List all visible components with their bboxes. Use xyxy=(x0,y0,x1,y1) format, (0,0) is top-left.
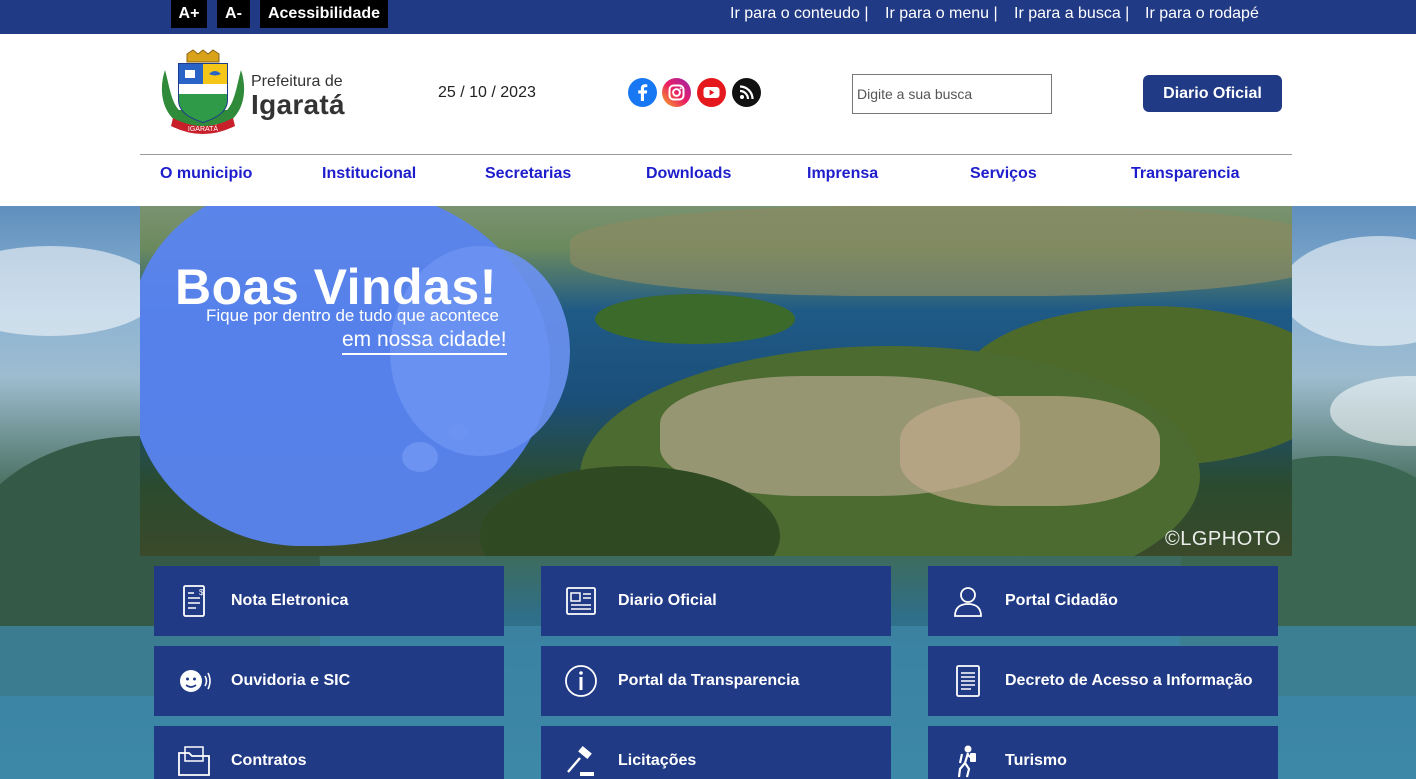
current-date: 25 / 10 / 2023 xyxy=(438,84,536,101)
hero-subtitle-emphasis: em nossa cidade! xyxy=(342,328,507,355)
youtube-icon[interactable] xyxy=(697,78,726,107)
folder-icon xyxy=(178,746,210,776)
site-header: IGARATÁ Prefeitura de Igaratá 25 / 10 / … xyxy=(0,34,1416,206)
instagram-icon[interactable] xyxy=(662,78,691,107)
tile-nota-eletronica[interactable]: $ Nota Eletronica xyxy=(154,566,504,636)
nav-divider xyxy=(140,154,1292,155)
tile-label: Turismo xyxy=(1005,752,1067,769)
nav-item-institucional[interactable]: Institucional xyxy=(322,165,416,183)
hero-subtitle: Fique por dentro de tudo que acontece xyxy=(206,306,499,325)
tile-label: Portal Cidadão xyxy=(1005,592,1118,609)
accessibility-button[interactable]: Acessibilidade xyxy=(260,0,388,28)
hero-banner[interactable]: Boas Vindas! Fique por dentro de tudo qu… xyxy=(140,206,1292,556)
skip-to-search-link[interactable]: Ir para a busca | xyxy=(1014,0,1129,28)
document-icon xyxy=(956,665,980,697)
skip-to-footer-link[interactable]: Ir para o rodapé xyxy=(1145,0,1259,28)
svg-text:IGARATÁ: IGARATÁ xyxy=(188,124,219,133)
speaking-person-icon xyxy=(180,670,211,692)
nav-item-downloads[interactable]: Downloads xyxy=(646,165,731,183)
accessibility-bar: A+ A- Acessibilidade Ir para o conteudo … xyxy=(0,0,1416,34)
logo-line2: Igaratá xyxy=(251,89,345,120)
rss-icon[interactable] xyxy=(732,78,761,107)
svg-text:$: $ xyxy=(199,588,204,597)
city-coat-of-arms-logo[interactable]: IGARATÁ xyxy=(157,48,249,138)
tile-licitacoes[interactable]: Licitações xyxy=(541,726,891,779)
tile-label: Contratos xyxy=(231,752,307,769)
hiker-icon xyxy=(957,745,976,778)
tile-label: Ouvidoria e SIC xyxy=(231,672,351,689)
gavel-icon xyxy=(567,745,594,776)
tile-portal-cidadao[interactable]: Portal Cidadão xyxy=(928,566,1278,636)
search-input[interactable] xyxy=(852,74,1052,114)
nav-item-transparencia[interactable]: Transparencia xyxy=(1131,165,1240,183)
nav-item-imprensa[interactable]: Imprensa xyxy=(807,165,878,183)
photo-credit: ©LGPHOTO xyxy=(1165,528,1282,550)
nav-item-secretarias[interactable]: Secretarias xyxy=(485,165,571,183)
decrease-font-button[interactable]: A- xyxy=(217,0,250,28)
invoice-icon: $ xyxy=(183,585,205,617)
site-logo-text[interactable]: Prefeitura de Igaratá xyxy=(251,73,345,119)
facebook-icon[interactable] xyxy=(628,78,657,107)
tile-diario-oficial[interactable]: Diario Oficial xyxy=(541,566,891,636)
tile-ouvidoria-sic[interactable]: Ouvidoria e SIC xyxy=(154,646,504,716)
increase-font-button[interactable]: A+ xyxy=(171,0,207,28)
tile-turismo[interactable]: Turismo xyxy=(928,726,1278,779)
tile-portal-transparencia[interactable]: Portal da Transparencia xyxy=(541,646,891,716)
info-icon xyxy=(565,665,597,697)
tile-label: Diario Oficial xyxy=(618,592,717,609)
tile-decreto-acesso-informacao[interactable]: Decreto de Acesso a Informação xyxy=(928,646,1278,716)
skip-to-content-link[interactable]: Ir para o conteudo | xyxy=(730,0,868,28)
diario-oficial-button[interactable]: Diario Oficial xyxy=(1143,75,1282,112)
nav-item-servicos[interactable]: Serviços xyxy=(970,165,1037,183)
nav-item-o-municipio[interactable]: O municipio xyxy=(160,165,252,183)
tile-label: Decreto de Acesso a Informação xyxy=(1005,672,1253,689)
newspaper-icon xyxy=(566,587,596,615)
tile-contratos[interactable]: Contratos xyxy=(154,726,504,779)
skip-to-menu-link[interactable]: Ir para o menu | xyxy=(885,0,998,28)
tile-label: Nota Eletronica xyxy=(231,592,349,609)
user-icon xyxy=(954,587,982,617)
tile-label: Licitações xyxy=(618,752,697,769)
tile-label: Portal da Transparencia xyxy=(618,672,800,689)
